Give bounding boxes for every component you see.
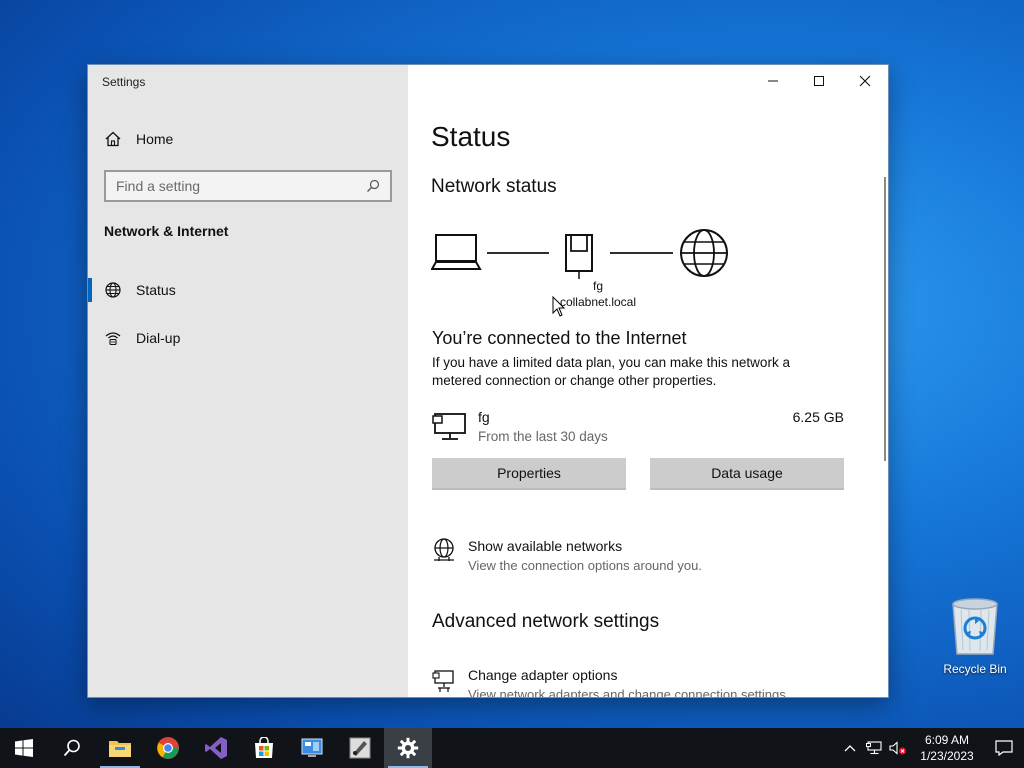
data-usage-value: 6.25 GB (792, 409, 844, 425)
adapter-icon (432, 670, 454, 692)
scrollbar[interactable] (884, 177, 886, 461)
data-usage-button[interactable]: Data usage (650, 458, 844, 490)
sidebar-item-dialup[interactable]: Dial-up (88, 320, 408, 356)
dialup-icon (104, 329, 122, 347)
data-period: From the last 30 days (478, 429, 608, 444)
home-icon (104, 130, 122, 148)
volume-muted-icon (889, 741, 906, 755)
change-adapter-description: View network adapters and change connect… (468, 687, 790, 698)
maximize-icon (814, 76, 824, 86)
advanced-settings-heading: Advanced network settings (432, 611, 660, 632)
minimize-icon (768, 80, 778, 82)
sidebar-item-label: Dial-up (136, 330, 181, 346)
globe-icon (104, 281, 122, 299)
visual-studio-icon (205, 737, 227, 759)
sidebar: Settings Home Find a setting Network & I… (88, 65, 408, 697)
recycle-bin-label: Recycle Bin (943, 662, 1007, 676)
connection-description: If you have a limited data plan, you can… (432, 355, 790, 388)
start-button[interactable] (0, 728, 48, 768)
system-tray: 6:09 AM 1/23/2023 (838, 728, 1024, 768)
maximize-button[interactable] (796, 65, 842, 97)
properties-button[interactable]: Properties (432, 458, 626, 490)
show-networks-icon (434, 538, 454, 561)
search-placeholder: Find a setting (116, 178, 201, 194)
taskbar: 6:09 AM 1/23/2023 (0, 728, 1024, 768)
network-tray-icon (866, 741, 882, 755)
clock-date: 1/23/2023 (920, 749, 974, 763)
page-title: Status (431, 121, 511, 152)
data-network-name: fg (478, 409, 490, 425)
settings-window: Settings Home Find a setting Network & I… (87, 64, 889, 698)
minimize-button[interactable] (750, 65, 796, 97)
taskbar-file-explorer[interactable] (96, 728, 144, 768)
action-center-button[interactable] (984, 728, 1024, 768)
network-status-heading: Network status (431, 176, 557, 197)
clock[interactable]: 6:09 AM 1/23/2023 (910, 732, 984, 764)
taskbar-control-panel[interactable] (288, 728, 336, 768)
taskbar-visual-studio[interactable] (192, 728, 240, 768)
file-explorer-icon (109, 741, 131, 757)
home-label: Home (136, 131, 174, 147)
clock-time: 6:09 AM (924, 733, 970, 747)
taskbar-settings[interactable] (384, 728, 432, 768)
network-domain-label: collabnet.local (559, 295, 637, 309)
chevron-up-icon (844, 745, 856, 752)
tray-network-button[interactable] (862, 728, 886, 768)
recycle-bin[interactable]: Recycle Bin (938, 596, 1012, 676)
home-nav-item[interactable]: Home (104, 127, 173, 151)
taskbar-search-button[interactable] (48, 728, 96, 768)
section-title: Network & Internet (104, 223, 229, 239)
connection-title: You’re connected to the Internet (432, 328, 687, 348)
search-icon (63, 739, 80, 757)
ethernet-icon (432, 413, 466, 440)
laptop-icon (431, 234, 482, 270)
settings-icon (397, 737, 419, 759)
taskbar-paint[interactable] (336, 728, 384, 768)
main-content: Status Network status fg collabnet.local… (408, 65, 888, 697)
mouse-cursor-icon (552, 296, 566, 317)
router-icon (565, 234, 593, 279)
sidebar-item-label: Status (136, 282, 176, 298)
paint-icon (349, 737, 371, 759)
store-icon (255, 737, 273, 758)
chrome-icon (157, 737, 179, 759)
show-networks-description: View the connection options around you. (468, 558, 702, 573)
taskbar-store[interactable] (240, 728, 288, 768)
search-icon (366, 179, 380, 193)
close-button[interactable] (842, 65, 888, 97)
notification-icon (995, 740, 1013, 756)
control-panel-icon (301, 738, 323, 757)
sidebar-item-status[interactable]: Status (88, 272, 408, 308)
window-title: Settings (102, 75, 146, 89)
change-adapter-link[interactable]: Change adapter options (468, 667, 617, 683)
show-networks-link[interactable]: Show available networks (468, 538, 622, 554)
close-icon (859, 75, 871, 87)
recycle-bin-icon (952, 598, 998, 655)
taskbar-chrome[interactable] (144, 728, 192, 768)
network-name-label: fg (592, 279, 603, 293)
tray-volume-button[interactable] (886, 728, 910, 768)
caption-buttons (750, 65, 888, 97)
tray-overflow-button[interactable] (838, 728, 862, 768)
internet-globe-icon (680, 229, 728, 277)
start-icon (15, 739, 33, 757)
search-input[interactable]: Find a setting (104, 170, 392, 202)
